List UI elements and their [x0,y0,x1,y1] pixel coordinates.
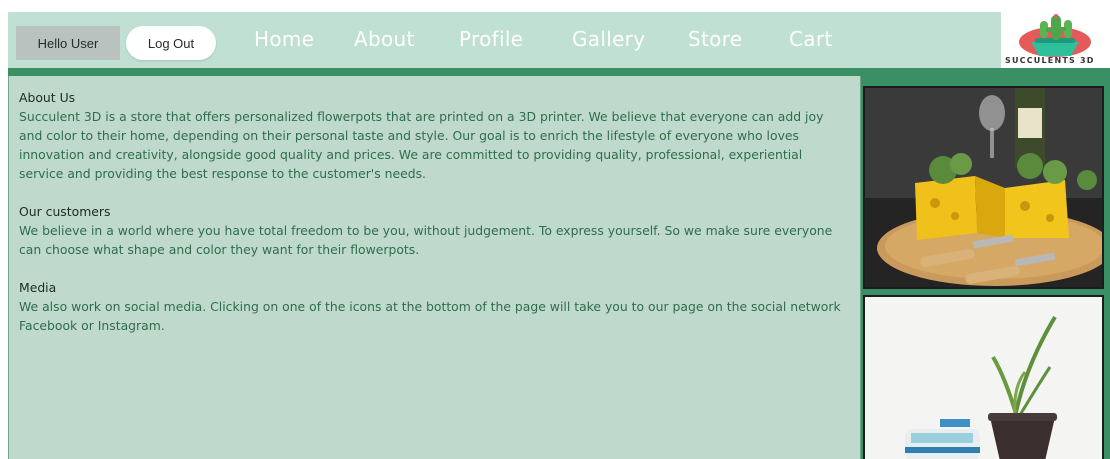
section-text: Succulent 3D is a store that offers pers… [19,109,824,181]
nav-gallery[interactable]: Gallery [572,27,645,51]
dark-pot-plant-photo [863,295,1104,459]
nav-about[interactable]: About [354,27,415,51]
section-text: We believe in a world where you have tot… [19,223,833,257]
user-greeting: Hello User [16,26,120,60]
about-content: About Us Succulent 3D is a store that of… [8,76,861,459]
section-title: Media [19,280,57,295]
gallery-sidebar [861,76,1110,459]
section-title: About Us [19,90,76,105]
media-section: Media We also work on social media. Clic… [19,278,850,335]
nav-store[interactable]: Store [688,27,742,51]
photo-icon [865,297,1102,459]
section-text: We also work on social media. Clicking o… [19,299,841,333]
nav-home[interactable]: Home [254,27,314,51]
header-divider [8,68,1110,76]
photo-icon [865,88,1102,287]
logo-text: SUCCULENTS 3D [1005,56,1095,65]
section-title: Our customers [19,204,111,219]
brand-logo[interactable]: SUCCULENTS 3D [1001,12,1110,68]
logout-button[interactable]: Log Out [126,26,216,60]
about-section: About Us Succulent 3D is a store that of… [19,88,850,183]
top-navbar: Hello User Log Out Home About Profile Ga… [8,12,1110,68]
nav-cart[interactable]: Cart [789,27,833,51]
nav-profile[interactable]: Profile [459,27,523,51]
cheese-flowerpots-photo [863,86,1104,289]
customers-section: Our customers We believe in a world wher… [19,202,850,259]
